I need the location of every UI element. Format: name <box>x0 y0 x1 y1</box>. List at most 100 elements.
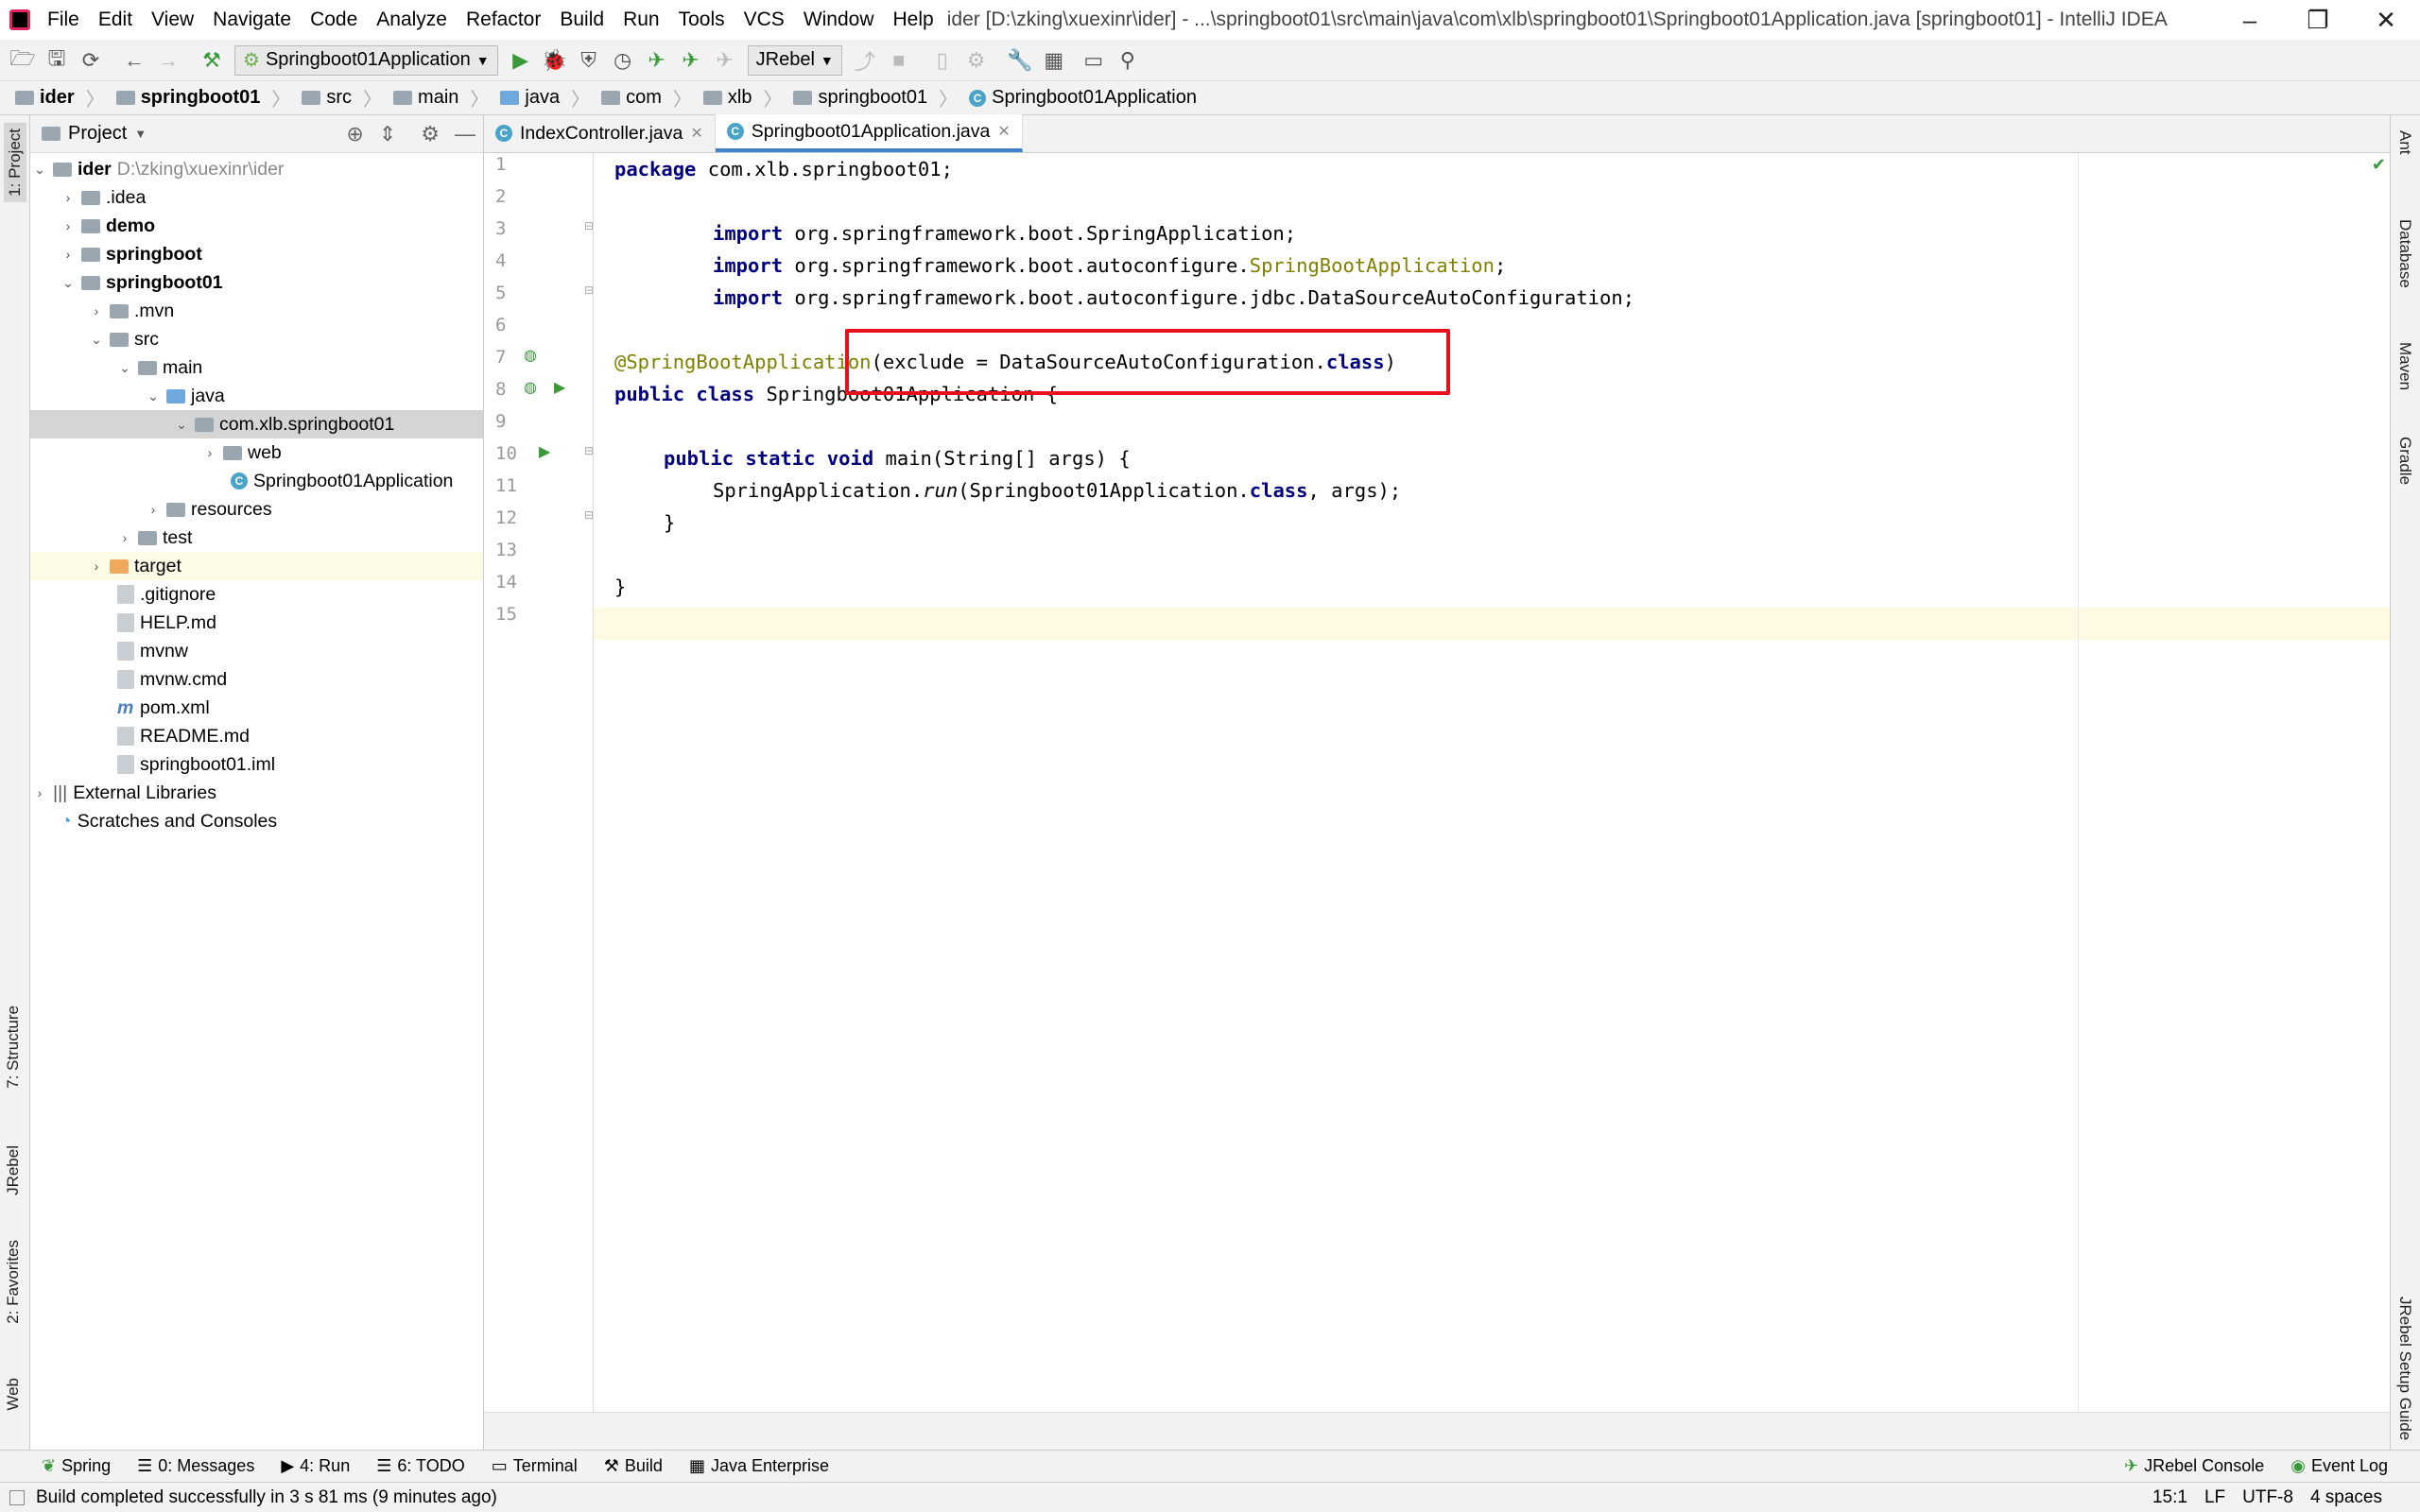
inspection-ok-icon[interactable]: ✔ <box>2372 155 2386 175</box>
tree-node[interactable]: › target <box>89 552 182 580</box>
chevron-down-icon[interactable]: ⌄ <box>117 360 132 376</box>
menu-analyze[interactable]: Analyze <box>367 0 457 40</box>
project-structure-icon[interactable]: ▦ <box>1037 43 1071 77</box>
chevron-down-icon[interactable]: ⌄ <box>89 332 104 348</box>
tool-tab-spring[interactable]: ❦ Spring <box>28 1456 124 1476</box>
maximize-icon[interactable]: ❐ <box>2284 0 2352 40</box>
chevron-down-icon[interactable]: ⌄ <box>60 275 76 291</box>
tree-node[interactable]: ⌄ springboot01 <box>60 268 222 297</box>
tool-tab-maven[interactable]: Maven <box>2395 342 2414 390</box>
tree-node[interactable]: springboot01.iml <box>117 750 275 779</box>
tool-tab-jrebel[interactable]: JRebel <box>4 1145 23 1195</box>
tool-tab-structure[interactable]: 7: Structure <box>4 1005 23 1089</box>
tree-node[interactable]: C Springboot01Application <box>231 467 453 495</box>
tool-tab-favorites[interactable]: 2: Favorites <box>4 1240 23 1324</box>
tree-node[interactable]: › .mvn <box>89 297 175 325</box>
breadcrumb-item[interactable]: com 〉 <box>596 84 698 112</box>
fold-icon[interactable]: ⊟ <box>584 284 594 297</box>
tab-indexcontroller[interactable]: C IndexController.java ✕ <box>484 114 716 152</box>
tool-tab-java-enterprise[interactable]: ▦ Java Enterprise <box>676 1456 842 1476</box>
chevron-down-icon[interactable]: ⌄ <box>32 162 47 178</box>
tool-tab-run[interactable]: ▶ 4: Run <box>268 1456 363 1476</box>
build-hammer-icon[interactable]: ⚒ <box>195 43 229 77</box>
chevron-down-icon[interactable]: ⌄ <box>146 388 161 404</box>
tree-node-root[interactable]: ⌄ ider D:\zking\xuexinr\ider <box>32 155 284 183</box>
spring-bean-icon[interactable]: ◍ <box>524 378 537 397</box>
menu-build[interactable]: Build <box>550 0 614 40</box>
tree-node[interactable]: m pom.xml <box>117 694 210 722</box>
close-window-icon[interactable]: ✕ <box>2352 0 2420 40</box>
tool-tab-jrebel-console[interactable]: ✈ JRebel Console <box>2111 1456 2277 1476</box>
menu-run[interactable]: Run <box>614 0 669 40</box>
indent-setting[interactable]: 4 spaces <box>2310 1487 2382 1508</box>
menu-navigate[interactable]: Navigate <box>203 0 301 40</box>
close-icon[interactable]: ✕ <box>997 122 1010 141</box>
menu-vcs[interactable]: VCS <box>735 0 794 40</box>
fold-icon[interactable]: ⊟ <box>584 508 594 522</box>
chevron-right-icon[interactable]: › <box>89 558 104 574</box>
tree-node[interactable]: › test <box>117 524 193 552</box>
breadcrumb-item[interactable]: springboot01 〉 <box>787 84 963 112</box>
tree-node[interactable]: › demo <box>60 212 155 240</box>
save-icon[interactable]: 🖫 <box>40 43 74 77</box>
breadcrumb-item[interactable]: src 〉 <box>296 84 388 112</box>
tree-node[interactable]: mvnw.cmd <box>117 665 227 694</box>
tree-node[interactable]: ⌄ src <box>89 325 159 353</box>
profile-icon[interactable]: ◷ <box>606 43 640 77</box>
tree-node[interactable]: README.md <box>117 722 250 750</box>
breadcrumb-item[interactable]: xlb 〉 <box>698 84 788 112</box>
menu-code[interactable]: Code <box>301 0 367 40</box>
tool-tab-messages[interactable]: ☰ 0: Messages <box>124 1456 268 1476</box>
tool-tab-jrebel-setup-guide[interactable]: JRebel Setup Guide <box>2395 1297 2414 1440</box>
spring-bean-icon[interactable]: ◍ <box>524 346 537 365</box>
caret-position[interactable]: 15:1 <box>2152 1487 2187 1508</box>
tree-node[interactable]: ◔ Scratches and Consoles <box>60 807 277 835</box>
locate-icon[interactable]: ⊕ <box>346 122 363 146</box>
menu-window[interactable]: Window <box>794 0 884 40</box>
gear-icon[interactable]: ⚙ <box>421 122 440 146</box>
tool-tab-todo[interactable]: ☰ 6: TODO <box>363 1456 478 1476</box>
tool-tab-ant[interactable]: Ant <box>2395 130 2414 155</box>
jrebel-select[interactable]: JRebel ▼ <box>747 44 842 76</box>
chevron-down-icon[interactable]: ⌄ <box>174 417 189 433</box>
tab-springboot01application[interactable]: C Springboot01Application.java ✕ <box>715 114 1023 152</box>
sync-icon[interactable]: ⟳ <box>74 43 108 77</box>
minimize-icon[interactable]: – <box>2216 0 2284 40</box>
menu-tools[interactable]: Tools <box>669 0 735 40</box>
run-config-select[interactable]: ⚙ Springboot01Application ▼ <box>234 44 498 76</box>
line-separator[interactable]: LF <box>2204 1487 2225 1508</box>
tool-tab-project[interactable]: 1: Project <box>4 123 26 202</box>
search-icon[interactable]: ⚲ <box>1111 43 1145 77</box>
close-icon[interactable]: ✕ <box>690 124 702 143</box>
coverage-icon[interactable]: ⛨ <box>572 43 606 77</box>
tool-tab-database[interactable]: Database <box>2395 219 2414 288</box>
tree-node[interactable]: › ||| External Libraries <box>32 779 216 807</box>
collapse-all-icon[interactable]: ⇕ <box>379 122 396 146</box>
status-message[interactable]: Build completed successfully in 3 s 81 m… <box>36 1487 497 1508</box>
tree-node[interactable]: › web <box>202 438 282 467</box>
tool-tab-web[interactable]: Web <box>4 1378 23 1411</box>
chevron-right-icon[interactable]: › <box>60 247 76 262</box>
presentation-icon[interactable]: ▭ <box>1077 43 1111 77</box>
tree-node[interactable]: .gitignore <box>117 580 216 609</box>
menu-help[interactable]: Help <box>884 0 943 40</box>
tree-node[interactable]: › .idea <box>60 183 147 212</box>
breadcrumb-item[interactable]: main 〉 <box>388 84 494 112</box>
breadcrumb-item[interactable]: C Springboot01Application <box>963 87 1202 109</box>
hide-icon[interactable]: — <box>455 122 475 146</box>
editor-horizontal-scrollbar[interactable] <box>484 1412 2390 1450</box>
project-view-select[interactable]: Project <box>68 123 127 145</box>
chevron-right-icon[interactable]: › <box>146 502 161 517</box>
breadcrumb-item[interactable]: ider 〉 <box>9 84 111 112</box>
status-toggle-icon[interactable] <box>9 1489 25 1505</box>
chevron-right-icon[interactable]: › <box>32 785 47 800</box>
tool-tab-build[interactable]: ⚒ Build <box>591 1456 676 1476</box>
tree-node[interactable]: mvnw <box>117 637 188 665</box>
menu-file[interactable]: File <box>38 0 89 40</box>
breadcrumb-item[interactable]: springboot01 〉 <box>111 84 297 112</box>
chevron-right-icon[interactable]: › <box>89 303 104 318</box>
tree-node[interactable]: ⌄ java <box>146 382 225 410</box>
back-icon[interactable]: ← <box>117 43 151 77</box>
chevron-right-icon[interactable]: › <box>60 218 76 233</box>
menu-edit[interactable]: Edit <box>89 0 142 40</box>
